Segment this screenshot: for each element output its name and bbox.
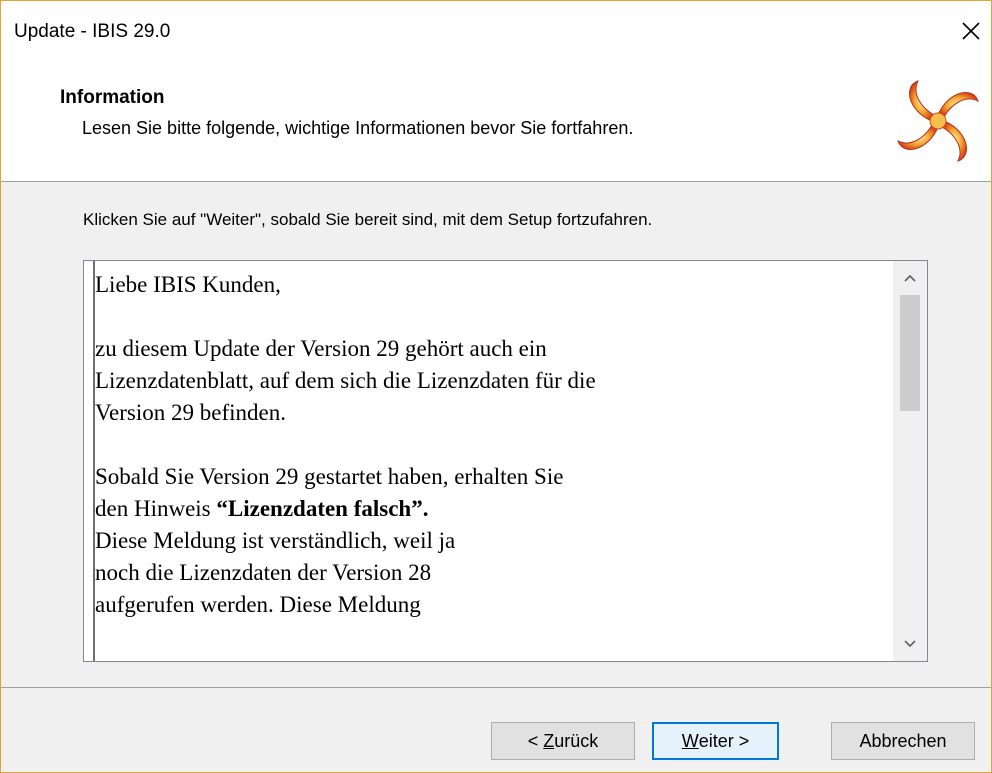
close-button[interactable] [951, 11, 991, 51]
info-line: zu diesem Update der Version 29 gehört a… [95, 336, 547, 361]
vertical-scrollbar[interactable] [893, 261, 927, 661]
info-text[interactable]: Liebe IBIS Kunden, zu diesem Update der … [95, 269, 885, 661]
instruction-text: Klicken Sie auf "Weiter", sobald Sie ber… [83, 210, 653, 229]
wizard-header: Information Lesen Sie bitte folgende, wi… [1, 63, 991, 182]
info-line: Version 29 befinden. [95, 400, 286, 425]
info-line: Lizenzdatenblatt, auf dem sich die Lizen… [95, 368, 596, 393]
info-line: noch die Lizenzdaten der Version 28 [95, 560, 432, 585]
back-button-prefix: < [527, 730, 544, 751]
next-button-accel: W [681, 730, 699, 751]
hint-bold: “Lizenzdaten falsch”. [216, 496, 429, 521]
chevron-up-icon [904, 274, 916, 282]
ibis-logo-icon [897, 80, 979, 162]
info-blank-line [95, 301, 885, 333]
info-memo[interactable]: Liebe IBIS Kunden, zu diesem Update der … [83, 260, 928, 662]
scroll-up-button[interactable] [893, 261, 927, 295]
wizard-content: Klicken Sie auf "Weiter", sobald Sie ber… [1, 182, 991, 687]
page-subtitle: Lesen Sie bitte folgende, wichtige Infor… [82, 118, 634, 138]
next-button[interactable]: Weiter > [652, 722, 779, 760]
back-button-accel: Z [543, 730, 555, 751]
close-icon [962, 22, 980, 40]
hint-prefix: den Hinweis [95, 496, 217, 521]
info-line-hint: den Hinweis “Lizenzdaten falsch”. [95, 493, 885, 525]
setup-window: Update - IBIS 29.0 Information Lesen Sie… [0, 0, 992, 773]
info-line: Sobald Sie Version 29 gestartet haben, e… [95, 464, 564, 489]
next-button-rest: eiter > [698, 730, 750, 751]
info-blank-line [95, 429, 885, 461]
window-title: Update - IBIS 29.0 [14, 21, 171, 42]
info-line: Diese Meldung ist verständlich, weil ja [95, 528, 456, 553]
cancel-button[interactable]: Abbrechen [831, 722, 975, 760]
scroll-thumb[interactable] [900, 295, 920, 411]
back-button[interactable]: < Zurück [491, 722, 635, 760]
info-line: Liebe IBIS Kunden, [95, 272, 281, 297]
button-bar: < Zurück Weiter > Abbrechen [1, 687, 991, 772]
page-title: Information [60, 87, 165, 108]
scroll-down-button[interactable] [893, 627, 927, 661]
info-line: aufgerufen werden. Diese Meldung [95, 592, 421, 617]
chevron-down-icon [904, 640, 916, 648]
title-bar[interactable]: Update - IBIS 29.0 [1, 1, 991, 63]
back-button-rest: urück [554, 730, 599, 751]
